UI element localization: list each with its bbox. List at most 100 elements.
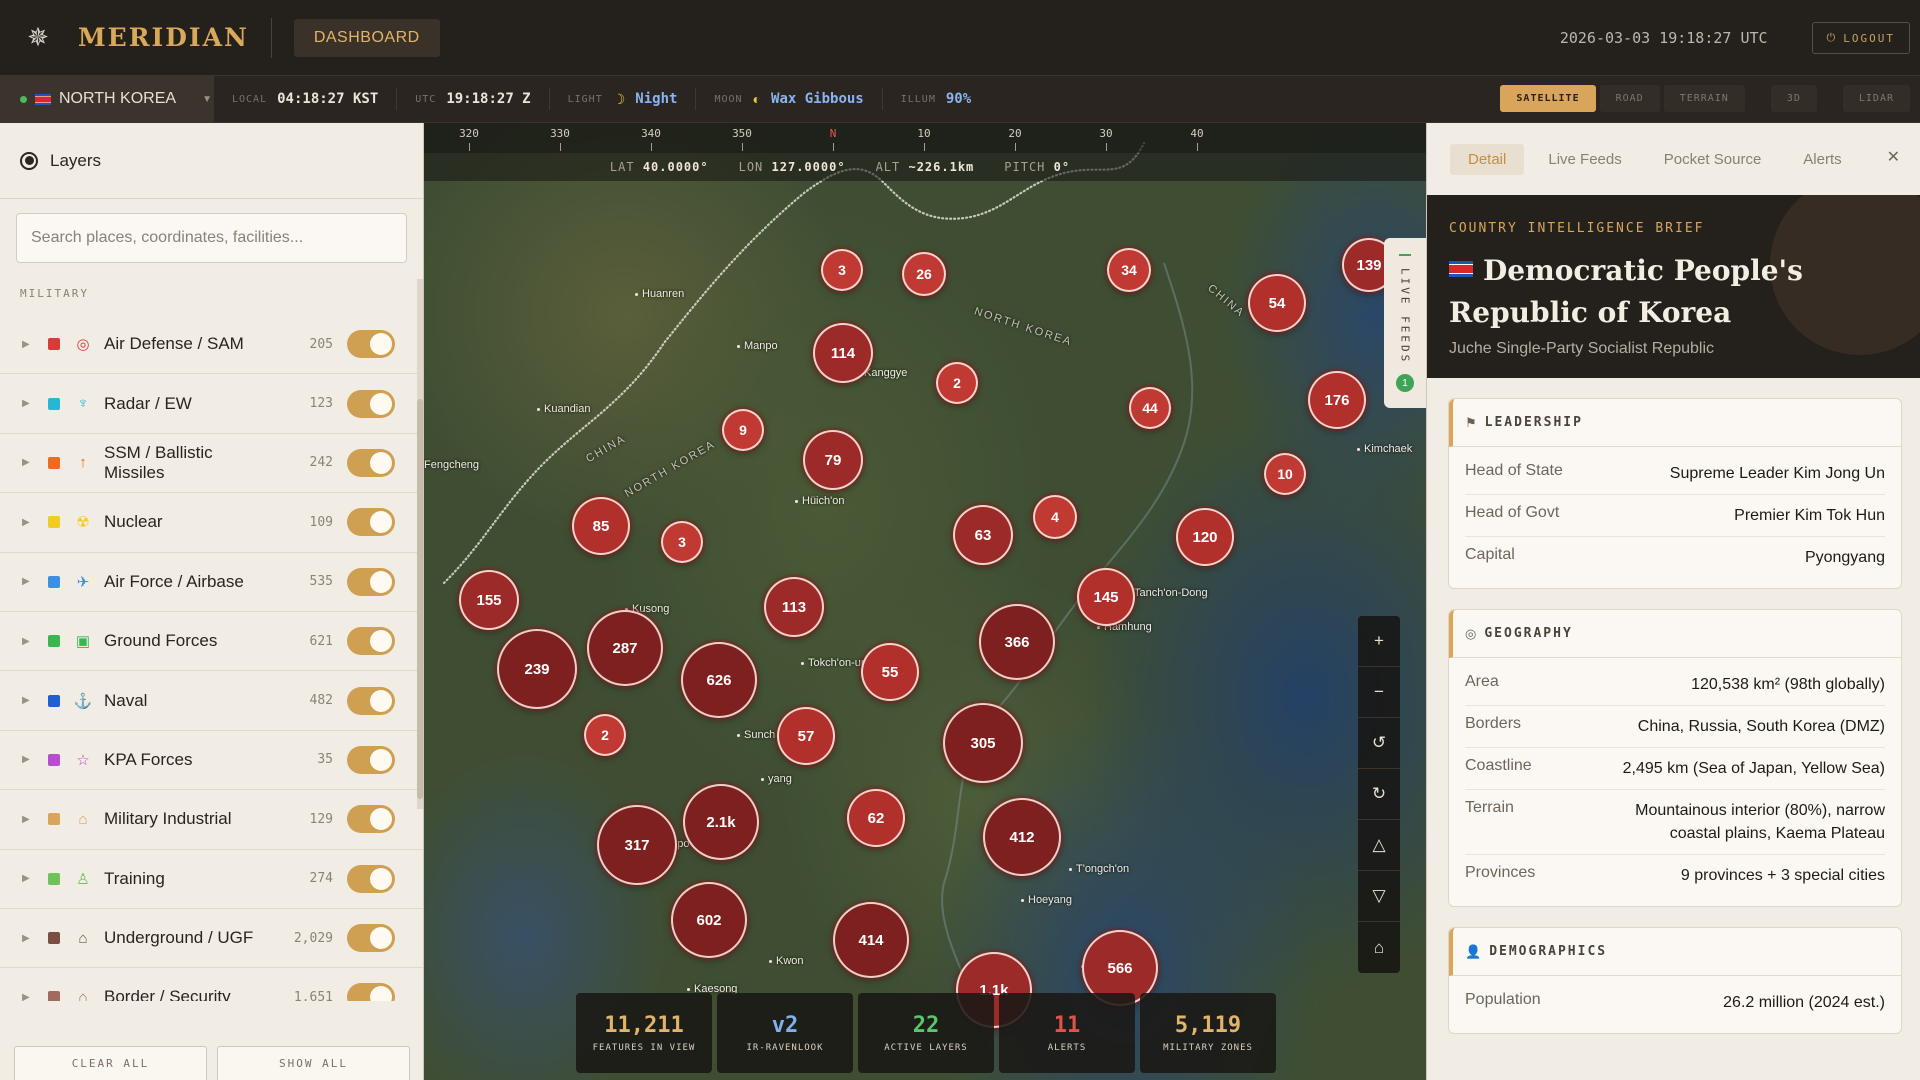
cluster-marker[interactable]: 176: [1308, 371, 1366, 429]
layer-toggle[interactable]: [347, 864, 395, 893]
chevron-right-icon[interactable]: ▶: [22, 339, 42, 350]
cluster-marker[interactable]: 287: [587, 610, 663, 686]
layer-row[interactable]: ▶ ⚓ Naval 482: [0, 671, 423, 731]
cluster-marker[interactable]: 3: [661, 521, 703, 563]
cluster-marker[interactable]: 317: [597, 805, 677, 885]
cluster-marker[interactable]: 62: [847, 789, 905, 847]
cluster-marker[interactable]: 2: [936, 362, 978, 404]
cluster-marker[interactable]: 366: [979, 604, 1055, 680]
rotate-right-button[interactable]: ↻: [1358, 769, 1400, 820]
layer-row[interactable]: ▶ ⌂ Border / Security 1,651: [0, 968, 423, 1001]
mode-terrain[interactable]: TERRAIN: [1663, 85, 1745, 112]
layer-toggle[interactable]: [347, 805, 395, 834]
map-view[interactable]: 320 330 340 350 N 10 20 30 40 LAT 40.0000° LON 1…: [424, 123, 1426, 1080]
tilt-down-button[interactable]: ▽: [1358, 871, 1400, 922]
cluster-marker[interactable]: 239: [497, 629, 577, 709]
cluster-marker[interactable]: 155: [459, 570, 519, 630]
layer-toggle[interactable]: [347, 686, 395, 715]
layer-toggle[interactable]: [347, 745, 395, 774]
cluster-marker[interactable]: 85: [572, 497, 630, 555]
country-selector[interactable]: NORTH KOREA ▼: [0, 75, 214, 123]
dashboard-button[interactable]: DASHBOARD: [293, 18, 440, 57]
tab-detail[interactable]: Detail: [1450, 143, 1525, 175]
sidebar-scrollbar[interactable]: [417, 279, 423, 809]
layer-toggle[interactable]: [347, 389, 395, 418]
layer-toggle[interactable]: [347, 983, 395, 1001]
layer-row[interactable]: ▶ ▣ Ground Forces 621: [0, 612, 423, 672]
layer-toggle[interactable]: [347, 508, 395, 537]
zoom-in-button[interactable]: +: [1358, 616, 1400, 667]
cluster-marker[interactable]: 63: [953, 505, 1013, 565]
cluster-marker[interactable]: 9: [722, 409, 764, 451]
ruler-tick-mark: [1106, 143, 1107, 151]
cluster-marker[interactable]: 34: [1107, 248, 1151, 292]
layer-toggle[interactable]: [347, 330, 395, 359]
tilt-up-button[interactable]: △: [1358, 820, 1400, 871]
cluster-marker[interactable]: 79: [803, 430, 863, 490]
cluster-marker[interactable]: 57: [777, 707, 835, 765]
layer-row[interactable]: ▶ ♙ Training 274: [0, 850, 423, 909]
chevron-right-icon[interactable]: ▶: [22, 873, 42, 884]
mode-3d[interactable]: 3D: [1770, 85, 1817, 112]
mode-road[interactable]: ROAD: [1599, 85, 1660, 112]
layer-row[interactable]: ▶ ♆ Radar / EW 123: [0, 374, 423, 434]
chevron-right-icon[interactable]: ▶: [22, 576, 42, 587]
cluster-marker[interactable]: 414: [833, 902, 909, 978]
cluster-marker[interactable]: 626: [681, 642, 757, 718]
cluster-marker[interactable]: 54: [1248, 274, 1306, 332]
chevron-right-icon[interactable]: ▶: [22, 992, 42, 1001]
cluster-marker[interactable]: 2: [584, 714, 626, 756]
chevron-right-icon[interactable]: ▶: [22, 636, 42, 647]
cluster-marker[interactable]: 26: [902, 252, 946, 296]
chevron-right-icon[interactable]: ▶: [22, 754, 42, 765]
layer-row[interactable]: ▶ ⌂ Military Industrial 129: [0, 790, 423, 850]
layer-row[interactable]: ▶ ☆ KPA Forces 35: [0, 731, 423, 791]
home-button[interactable]: ⌂: [1358, 922, 1400, 973]
cluster-marker[interactable]: 4: [1033, 495, 1077, 539]
zoom-out-button[interactable]: −: [1358, 667, 1400, 718]
clear-all-button[interactable]: CLEAR ALL: [14, 1046, 207, 1080]
chevron-right-icon[interactable]: ▶: [22, 695, 42, 706]
mode-lidar[interactable]: LIDAR: [1842, 85, 1910, 112]
layer-toggle[interactable]: [347, 627, 395, 656]
cluster-marker[interactable]: 44: [1129, 387, 1171, 429]
chevron-right-icon[interactable]: ▶: [22, 398, 42, 409]
cluster-marker[interactable]: 113: [764, 577, 824, 637]
tab-pocket-source[interactable]: Pocket Source: [1646, 144, 1780, 175]
layer-toggle[interactable]: [347, 448, 395, 477]
tab-live-feeds[interactable]: Live Feeds: [1530, 144, 1639, 175]
place-label: Kimchaek: [1356, 443, 1413, 455]
rotate-left-button[interactable]: ↺: [1358, 718, 1400, 769]
chevron-right-icon[interactable]: ▶: [22, 517, 42, 528]
layer-row[interactable]: ▶ ↑ SSM / Ballistic Missiles 242: [0, 434, 423, 494]
cluster-marker[interactable]: 114: [813, 323, 873, 383]
lon-label: LON: [738, 160, 764, 174]
cluster-marker[interactable]: 120: [1176, 508, 1234, 566]
layer-list: ▶ ◎ Air Defense / SAM 205 ▶ ♆ Radar / EW 123 ▶ ↑ S…: [0, 315, 423, 1001]
cluster-marker[interactable]: 10: [1264, 453, 1306, 495]
cluster-marker[interactable]: 145: [1077, 568, 1135, 626]
cluster-marker[interactable]: 55: [861, 643, 919, 701]
cluster-marker[interactable]: 3: [821, 249, 863, 291]
light-status: LIGHT ☽ Night: [550, 88, 697, 110]
cluster-marker[interactable]: 305: [943, 703, 1023, 783]
layer-row[interactable]: ▶ ☢ Nuclear 109: [0, 493, 423, 553]
layer-row[interactable]: ▶ ⌂ Underground / UGF 2,029: [0, 909, 423, 969]
cluster-marker[interactable]: 2.1k: [683, 784, 759, 860]
show-all-button[interactable]: SHOW ALL: [217, 1046, 410, 1080]
chevron-right-icon[interactable]: ▶: [22, 457, 42, 468]
cluster-marker[interactable]: 412: [983, 798, 1061, 876]
cluster-marker[interactable]: 602: [671, 882, 747, 958]
search-input[interactable]: [31, 229, 406, 247]
layer-toggle[interactable]: [347, 924, 395, 953]
layer-row[interactable]: ▶ ◎ Air Defense / SAM 205: [0, 315, 423, 375]
layer-row[interactable]: ▶ ✈ Air Force / Airbase 535: [0, 553, 423, 612]
close-icon[interactable]: ✕: [1887, 147, 1900, 167]
chevron-right-icon[interactable]: ▶: [22, 933, 42, 944]
logout-button[interactable]: ⏻ LOGOUT: [1811, 22, 1910, 54]
live-feeds-tab[interactable]: LIVE FEEDS 1: [1384, 238, 1426, 408]
chevron-right-icon[interactable]: ▶: [22, 814, 42, 825]
layer-toggle[interactable]: [347, 567, 395, 596]
tab-alerts[interactable]: Alerts: [1785, 144, 1859, 175]
mode-satellite[interactable]: SATELLITE: [1500, 85, 1596, 112]
